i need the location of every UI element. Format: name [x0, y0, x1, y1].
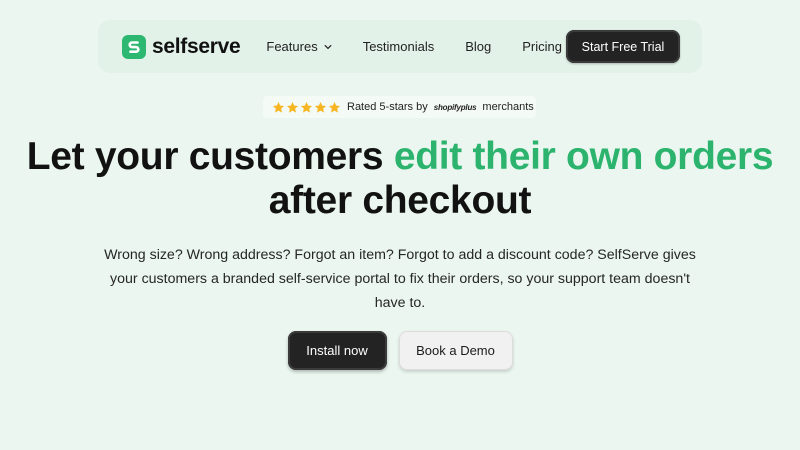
start-free-trial-button[interactable]: Start Free Trial — [566, 30, 680, 63]
star-icon — [328, 101, 341, 113]
brand-home-link[interactable]: selfserve — [122, 34, 241, 59]
hero-actions: Install now Book a Demo — [0, 331, 800, 370]
book-demo-button[interactable]: Book a Demo — [398, 331, 513, 370]
nav-item-blog[interactable]: Blog — [465, 39, 491, 54]
nav-item-label: Testimonials — [362, 39, 435, 54]
rating-stars — [272, 101, 341, 114]
landing-page: selfserve Features Testimonials Blog Pri… — [0, 0, 800, 450]
brand-name: selfserve — [152, 34, 241, 58]
nav-item-label: Features — [266, 39, 318, 54]
rating-badge: Rated 5-stars by shopifyplus merchants — [263, 96, 536, 118]
nav-item-label: Pricing — [522, 39, 563, 54]
rating-text: Rated 5-stars by — [347, 101, 428, 113]
nav-item-pricing[interactable]: Pricing — [522, 39, 562, 54]
nav-item-features[interactable]: Features — [266, 39, 332, 54]
nav-item-label: Blog — [465, 39, 492, 54]
hero-title-part: after checkout — [268, 179, 532, 222]
star-icon — [286, 101, 299, 113]
star-icon — [272, 101, 285, 113]
hero-title-accent: edit their own orders — [393, 135, 774, 178]
chevron-down-icon — [324, 44, 332, 49]
install-now-button[interactable]: Install now — [287, 331, 387, 370]
rating-text-suffix: merchants — [482, 101, 534, 113]
nav-links: Features Testimonials Blog Pricing — [266, 39, 562, 54]
star-icon — [300, 101, 313, 113]
hero-title-part: Let your customers — [26, 135, 394, 178]
hero-title: Let your customers edit their own orders… — [0, 135, 800, 223]
top-navbar: selfserve Features Testimonials Blog Pri… — [98, 20, 702, 73]
hero-subtitle: Wrong size? Wrong address? Forgot an ite… — [104, 247, 696, 311]
shopify-plus-logo: shopifyplus — [433, 102, 477, 112]
star-icon — [314, 101, 327, 113]
selfserve-logo-icon — [122, 34, 146, 59]
nav-item-testimonials[interactable]: Testimonials — [363, 39, 435, 54]
